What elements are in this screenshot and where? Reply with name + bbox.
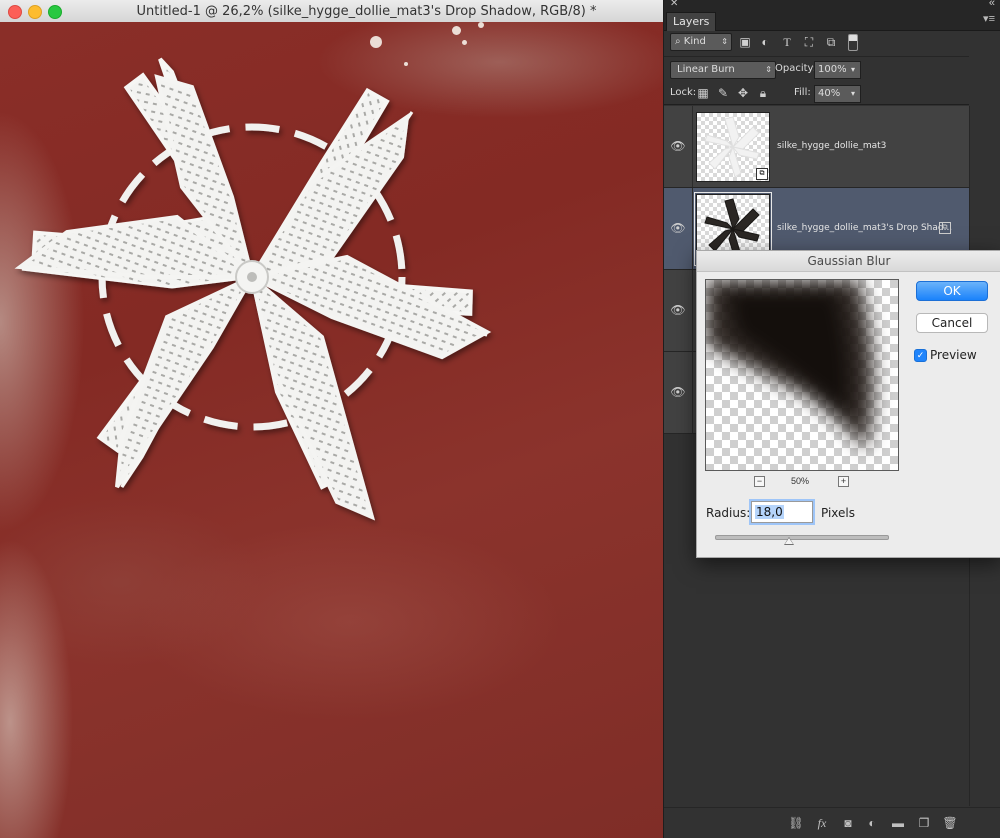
close-window-button[interactable] [8,5,22,19]
gaussian-blur-dialog: Gaussian Blur − 50% + OK Cancel ✓ Previe… [696,250,1000,558]
trash-icon[interactable]: 🗑︎ [942,816,958,830]
visibility-column: 👁︎ [664,106,693,187]
layer-name[interactable]: silke_hygge_dollie_mat3's Drop Shad... [777,221,952,235]
zoom-out-button[interactable]: − [754,476,765,487]
add-mask-icon[interactable]: ◙ [840,816,856,830]
dialog-titlebar[interactable]: Gaussian Blur [697,251,1000,272]
lock-row: Lock: ▦ ✎ ✥ 🔒︎ Fill: 40% ▾ [664,82,969,105]
smart-object-icon: ⧉ [939,222,951,234]
minimize-window-button[interactable] [28,5,42,19]
smart-object-badge-icon: ⧉ [756,168,768,180]
filter-kind-label: Kind [683,36,706,47]
preview-checkbox[interactable]: ✓ [914,349,927,362]
zoom-level: 50% [790,476,809,486]
new-layer-icon[interactable]: ❐ [916,816,932,830]
opacity-dropdown-button[interactable]: ▾ [846,61,861,79]
radius-unit-label: Pixels [821,506,856,520]
panel-menu-icon[interactable]: ▾≡ [983,14,995,25]
layer-name[interactable]: silke_hygge_dollie_mat3 [777,139,886,153]
radius-slider-thumb[interactable] [784,537,794,545]
eye-icon[interactable]: 👁︎ [670,139,686,153]
cancel-button[interactable]: Cancel [916,313,988,333]
radius-value: 18,0 [755,505,784,519]
blend-mode-value: Linear Burn [677,64,735,75]
fill-input[interactable]: 40% [814,85,847,103]
filter-toggle-switch[interactable] [848,34,858,51]
filter-kind-select[interactable]: ⌕ Kind ⇕ [670,33,732,51]
opacity-label: Opacity: [775,63,817,74]
fill-label: Fill: [794,87,811,98]
document-window: Untitled-1 @ 26,2% (silke_hygge_dollie_m… [0,0,663,838]
lock-image-pixels-icon[interactable]: ✎ [716,86,730,100]
layer-filter-row: ⌕ Kind ⇕ ▣ ◐ T ⛶ ⧉ [664,30,969,55]
eye-icon[interactable]: 👁︎ [670,303,686,317]
radius-input[interactable]: 18,0 [751,501,813,523]
layers-footer: ⛓︎ fx ◙ ◐ ▬ ❐ 🗑︎ [664,807,1000,838]
image-filter-icon[interactable]: ▣ [738,35,752,49]
layer-row[interactable]: 👁︎ ⧉ silke_hygge_dollie_mat3 [664,106,969,188]
chevron-updown-icon: ⇕ [765,65,772,74]
maximize-window-button[interactable] [48,5,62,19]
radius-label: Radius: [706,506,751,520]
blend-mode-select[interactable]: Linear Burn ⇕ [670,61,776,79]
visibility-column: 👁︎ [664,352,693,433]
dialog-title: Gaussian Blur [807,254,891,268]
layer-thumbnail[interactable]: ⧉ [696,112,770,182]
ok-button[interactable]: OK [916,281,988,301]
opacity-input[interactable]: 100% [814,61,847,79]
window-title: Untitled-1 @ 26,2% (silke_hygge_dollie_m… [136,4,597,19]
visibility-column: 👁︎ [664,188,693,269]
document-canvas[interactable] [0,22,663,838]
lock-label: Lock: [670,87,697,98]
lock-transparency-icon[interactable]: ▦ [696,86,710,100]
window-titlebar[interactable]: Untitled-1 @ 26,2% (silke_hygge_dollie_m… [0,0,663,23]
type-filter-icon[interactable]: T [780,35,794,49]
adjustment-filter-icon[interactable]: ◐ [758,35,772,49]
crochet-doily-image [14,57,492,521]
chevron-updown-icon: ⇕ [721,37,728,46]
radius-slider-track[interactable] [715,535,889,540]
lock-position-icon[interactable]: ✥ [736,86,750,100]
link-layers-icon[interactable]: ⛓︎ [788,816,804,830]
zoom-in-button[interactable]: + [838,476,849,487]
eye-icon[interactable]: 👁︎ [670,221,686,235]
fill-dropdown-button[interactable]: ▾ [846,85,861,103]
close-panel-icon[interactable]: ✕ [670,0,678,9]
fx-icon[interactable]: fx [814,816,830,830]
adjustment-layer-icon[interactable]: ◐ [864,816,880,830]
collapse-panel-icon[interactable]: « [989,0,995,9]
panel-tabbar: Layers ▾≡ [664,10,1000,31]
lock-all-icon[interactable]: 🔒︎ [756,86,770,100]
visibility-column: 👁︎ [664,270,693,351]
blurred-shadow-preview-image [706,280,874,450]
tab-layers[interactable]: Layers [666,12,717,31]
search-icon: ⌕ [675,36,684,47]
blend-row: Linear Burn ⇕ Opacity: 100% ▾ [664,56,969,81]
panel-top-strip: ✕ « [664,0,1000,10]
new-group-folder-icon[interactable]: ▬ [890,816,906,830]
smart-object-filter-icon[interactable]: ⧉ [824,35,838,49]
preview-label[interactable]: Preview [930,348,977,362]
eye-icon[interactable]: 👁︎ [670,385,686,399]
blur-preview[interactable] [705,279,899,471]
shape-filter-icon[interactable]: ⛶ [802,35,816,49]
